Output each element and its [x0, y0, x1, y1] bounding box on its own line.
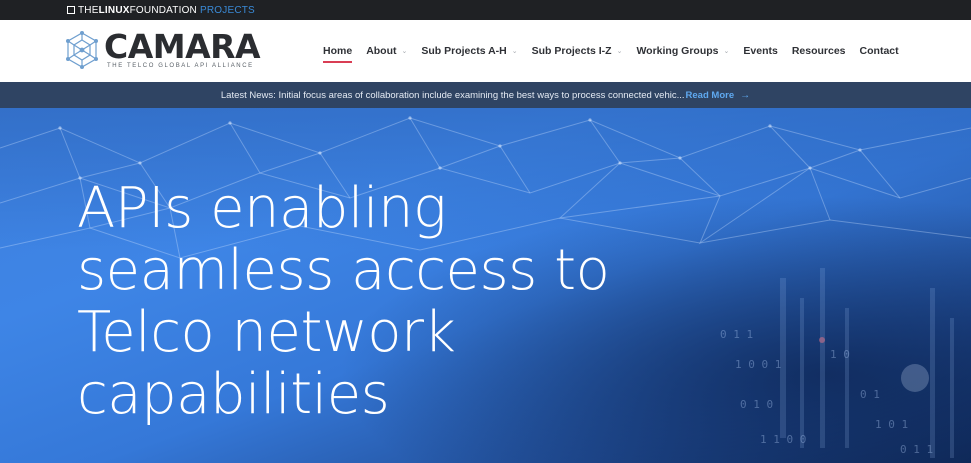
linux-foundation-projects-logo[interactable]: THE LINUX FOUNDATION PROJECTS — [67, 0, 255, 20]
site-header: CAMARA THE TELCO GLOBAL API ALLIANCE Hom… — [0, 20, 971, 82]
lf-logo-projects: PROJECTS — [199, 4, 255, 16]
latest-news-bar: Latest News: Initial focus areas of coll… — [0, 82, 971, 108]
lf-logo-linux: LINUX — [98, 4, 130, 16]
hero-banner: 0 1 1 1 0 0 1 0 1 0 1 1 0 0 0 1 1 0 1 0 … — [0, 108, 971, 463]
hero-title-line: capabilities — [77, 362, 390, 427]
hero-title-line: seamless access to — [77, 238, 610, 303]
brand-name: CAMARA — [104, 26, 261, 66]
hero-title-line: Telco network — [77, 300, 456, 365]
svg-text:1 0 1: 1 0 1 — [875, 418, 908, 431]
chevron-down-icon: ⌄ — [401, 48, 408, 55]
nav-item-label: Resources — [791, 45, 846, 57]
nav-item-label: About — [366, 45, 397, 57]
nav-item-label: Sub Projects A-H — [421, 45, 507, 57]
svg-text:0 1 1: 0 1 1 — [900, 443, 933, 456]
svg-text:0 1: 0 1 — [860, 388, 880, 401]
nav-item-label: Events — [743, 45, 778, 57]
chevron-down-icon: ⌄ — [616, 48, 623, 55]
nav-item-working-groups[interactable]: Working Groups ⌄ — [636, 42, 729, 60]
camara-network-icon — [66, 31, 98, 69]
svg-text:0 1 1: 0 1 1 — [720, 328, 753, 341]
nav-item-label: Working Groups — [636, 45, 719, 57]
nav-item-label: Contact — [859, 45, 899, 57]
svg-text:1 0 0 1: 1 0 0 1 — [735, 358, 781, 371]
brand-text: CAMARA THE TELCO GLOBAL API ALLIANCE — [104, 26, 261, 70]
nav-item-sub-projects-i-z[interactable]: Sub Projects I-Z ⌄ — [532, 42, 623, 60]
svg-text:0 1 0: 0 1 0 — [740, 398, 773, 411]
lf-logo-foundation: FOUNDATION — [129, 4, 197, 16]
linux-foundation-bar: THE LINUX FOUNDATION PROJECTS — [0, 0, 971, 20]
lf-square-icon — [67, 6, 75, 14]
hero-title-line: APIs enabling — [77, 176, 447, 241]
nav-item-label: Home — [323, 45, 353, 57]
latest-news-text: Latest News: Initial focus areas of coll… — [220, 89, 685, 101]
arrow-right-icon[interactable]: → — [740, 90, 750, 101]
hero-title: APIs enabling seamless access to Telco n… — [77, 178, 717, 426]
chevron-down-icon: ⌄ — [723, 48, 730, 55]
nav-item-home[interactable]: Home — [323, 42, 353, 63]
nav-item-sub-projects-a-h[interactable]: Sub Projects A-H ⌄ — [421, 42, 517, 60]
nav-item-contact[interactable]: Contact — [860, 42, 899, 60]
brand-tagline: THE TELCO GLOBAL API ALLIANCE — [107, 62, 254, 69]
nav-item-events[interactable]: Events — [743, 42, 777, 60]
chevron-down-icon: ⌄ — [511, 48, 518, 55]
camara-logo[interactable]: CAMARA THE TELCO GLOBAL API ALLIANCE — [62, 26, 261, 70]
lf-logo-the: THE — [78, 4, 99, 16]
main-nav: Home About ⌄ Sub Projects A-H ⌄ Sub Proj… — [323, 42, 899, 63]
nav-item-about[interactable]: About ⌄ — [366, 42, 407, 60]
nav-item-label: Sub Projects I-Z — [531, 45, 612, 57]
read-more-link[interactable]: Read More — [686, 90, 735, 101]
nav-item-resources[interactable]: Resources — [792, 42, 846, 60]
